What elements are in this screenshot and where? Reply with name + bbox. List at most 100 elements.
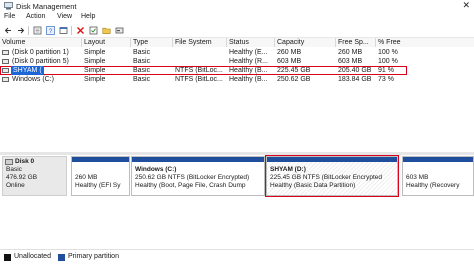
cell-status: Healthy (E... bbox=[229, 49, 268, 56]
cell-status: Healthy (B... bbox=[229, 67, 268, 74]
table-row-selected[interactable]: SHYAM ( Simple Basic NTFS (BitLoc... Hea… bbox=[0, 66, 407, 75]
back-arrow-icon[interactable] bbox=[4, 26, 13, 35]
delete-icon[interactable] bbox=[76, 26, 85, 35]
volume-icon bbox=[2, 68, 9, 73]
partition-recovery[interactable]: 603 MB Healthy (Recovery bbox=[402, 156, 474, 196]
toolbar-separator bbox=[71, 26, 72, 35]
window-title: Disk Management bbox=[16, 2, 77, 11]
disk-list-icon[interactable] bbox=[33, 26, 42, 35]
menu-view[interactable]: View bbox=[57, 13, 72, 20]
cell-capacity: 225.45 GB bbox=[277, 67, 311, 74]
partition-bar bbox=[72, 157, 129, 162]
cell-type: Basic bbox=[133, 49, 151, 56]
cell-layout: Simple bbox=[84, 49, 106, 56]
cell-volume: SHYAM ( bbox=[11, 66, 44, 75]
cell-file-system: NTFS (BitLoc... bbox=[175, 67, 223, 74]
legend-label-primary: Primary partition bbox=[68, 253, 119, 260]
cell-volume: (Disk 0 partition 1) bbox=[12, 49, 69, 56]
table-row[interactable]: (Disk 0 partition 1) Simple Basic Health… bbox=[0, 48, 474, 57]
properties-icon[interactable] bbox=[59, 26, 68, 35]
disk-icon[interactable] bbox=[115, 26, 124, 35]
forward-arrow-icon[interactable] bbox=[16, 26, 25, 35]
column-header-status[interactable]: Status bbox=[227, 38, 275, 47]
column-header-file-system[interactable]: File System bbox=[173, 38, 227, 47]
menu-file[interactable]: File bbox=[4, 13, 15, 20]
close-button[interactable]: ✕ bbox=[434, 0, 474, 12]
legend-bar: Unallocated Primary partition bbox=[0, 249, 474, 268]
partition-size: 603 MB bbox=[406, 174, 429, 181]
cell-layout: Simple bbox=[84, 76, 106, 83]
disk-layout-pane: Disk 0 Basic 476.92 GB Online 260 MB Hea… bbox=[0, 155, 474, 248]
column-header-type[interactable]: Type bbox=[131, 38, 173, 47]
title-bar: Disk Management ✕ bbox=[0, 0, 474, 12]
folder-icon[interactable] bbox=[102, 26, 111, 35]
disk-name: Disk 0 bbox=[15, 158, 35, 165]
partition-efi[interactable]: 260 MB Healthy (EFI Sy bbox=[71, 156, 130, 196]
volume-table: Volume Layout Type File System Status Ca… bbox=[0, 38, 474, 150]
column-header-capacity[interactable]: Capacity bbox=[275, 38, 336, 47]
column-header-layout[interactable]: Layout bbox=[82, 38, 131, 47]
toolbar: ? bbox=[0, 24, 474, 38]
pane-splitter[interactable] bbox=[0, 152, 474, 155]
cell-volume: (Disk 0 partition 5) bbox=[12, 58, 69, 65]
toolbar-separator bbox=[28, 26, 29, 35]
cell-status: Healthy (B... bbox=[229, 76, 268, 83]
partition-status: Healthy (Boot, Page File, Crash Dump bbox=[135, 182, 246, 189]
cell-volume: Windows (C:) bbox=[12, 76, 55, 83]
disk-type: Basic bbox=[6, 166, 22, 173]
cell-type: Basic bbox=[133, 67, 151, 74]
column-header-volume[interactable]: Volume bbox=[0, 38, 82, 47]
legend-label-unallocated: Unallocated bbox=[14, 253, 51, 260]
svg-text:?: ? bbox=[49, 28, 53, 35]
disk-0-label[interactable]: Disk 0 Basic 476.92 GB Online bbox=[2, 156, 67, 196]
table-row[interactable]: (Disk 0 partition 5) Simple Basic Health… bbox=[0, 57, 474, 66]
table-row[interactable]: Windows (C:) Simple Basic NTFS (BitLoc..… bbox=[0, 75, 474, 84]
cell-capacity: 260 MB bbox=[277, 49, 302, 56]
partition-shyam-d[interactable]: SHYAM (D:) 225.45 GB NTFS (BitLocker Enc… bbox=[265, 155, 399, 197]
cell-free-space: 603 MB bbox=[338, 58, 363, 65]
partition-size: 260 MB bbox=[75, 174, 98, 181]
cell-capacity: 250.62 GB bbox=[277, 76, 311, 83]
partition-size: 250.62 GB NTFS (BitLocker Encrypted) bbox=[135, 174, 250, 181]
partition-status: Healthy (Basic Data Partition) bbox=[270, 182, 356, 189]
cell-type: Basic bbox=[133, 76, 151, 83]
disk-management-icon bbox=[4, 2, 13, 10]
cell-layout: Simple bbox=[84, 58, 106, 65]
partition-status: Healthy (Recovery bbox=[406, 182, 460, 189]
help-icon[interactable]: ? bbox=[46, 26, 55, 35]
legend-swatch-primary bbox=[58, 254, 65, 261]
partition-name: SHYAM (D:) bbox=[270, 166, 306, 173]
cell-status: Healthy (R... bbox=[229, 58, 268, 65]
volume-icon bbox=[2, 50, 9, 55]
partition-bar bbox=[403, 157, 473, 162]
partition-bar bbox=[132, 157, 264, 162]
partition-status: Healthy (EFI Sy bbox=[75, 182, 121, 189]
partition-bar bbox=[267, 157, 397, 162]
legend-swatch-unallocated bbox=[4, 254, 11, 261]
cell-type: Basic bbox=[133, 58, 151, 65]
disk-status: Online bbox=[6, 182, 25, 189]
partition-name: Windows (C:) bbox=[135, 166, 177, 173]
cell-free-space: 183.84 GB bbox=[338, 76, 372, 83]
partition-size: 225.45 GB NTFS (BitLocker Encrypted bbox=[270, 174, 382, 181]
menu-help[interactable]: Help bbox=[81, 13, 95, 20]
cell-free-space: 260 MB bbox=[338, 49, 363, 56]
cell-capacity: 603 MB bbox=[277, 58, 302, 65]
column-header-free-space[interactable]: Free Sp... bbox=[336, 38, 376, 47]
volume-icon bbox=[2, 59, 9, 64]
volume-icon bbox=[2, 77, 9, 82]
cell-percent-free: 91 % bbox=[378, 67, 394, 74]
close-icon: ✕ bbox=[462, 0, 470, 10]
cell-layout: Simple bbox=[84, 67, 106, 74]
cell-percent-free: 100 % bbox=[378, 49, 398, 56]
partition-windows-c[interactable]: Windows (C:) 250.62 GB NTFS (BitLocker E… bbox=[131, 156, 265, 196]
cell-percent-free: 73 % bbox=[378, 76, 394, 83]
settings-icon[interactable] bbox=[89, 26, 98, 35]
column-header-percent-free[interactable]: % Free bbox=[376, 38, 474, 47]
disk-size: 476.92 GB bbox=[6, 174, 38, 181]
cell-percent-free: 100 % bbox=[378, 58, 398, 65]
disk-icon bbox=[5, 159, 13, 165]
cell-free-space: 205.40 GB bbox=[338, 67, 372, 74]
menu-bar: File Action View Help bbox=[0, 13, 474, 23]
menu-action[interactable]: Action bbox=[26, 13, 45, 20]
